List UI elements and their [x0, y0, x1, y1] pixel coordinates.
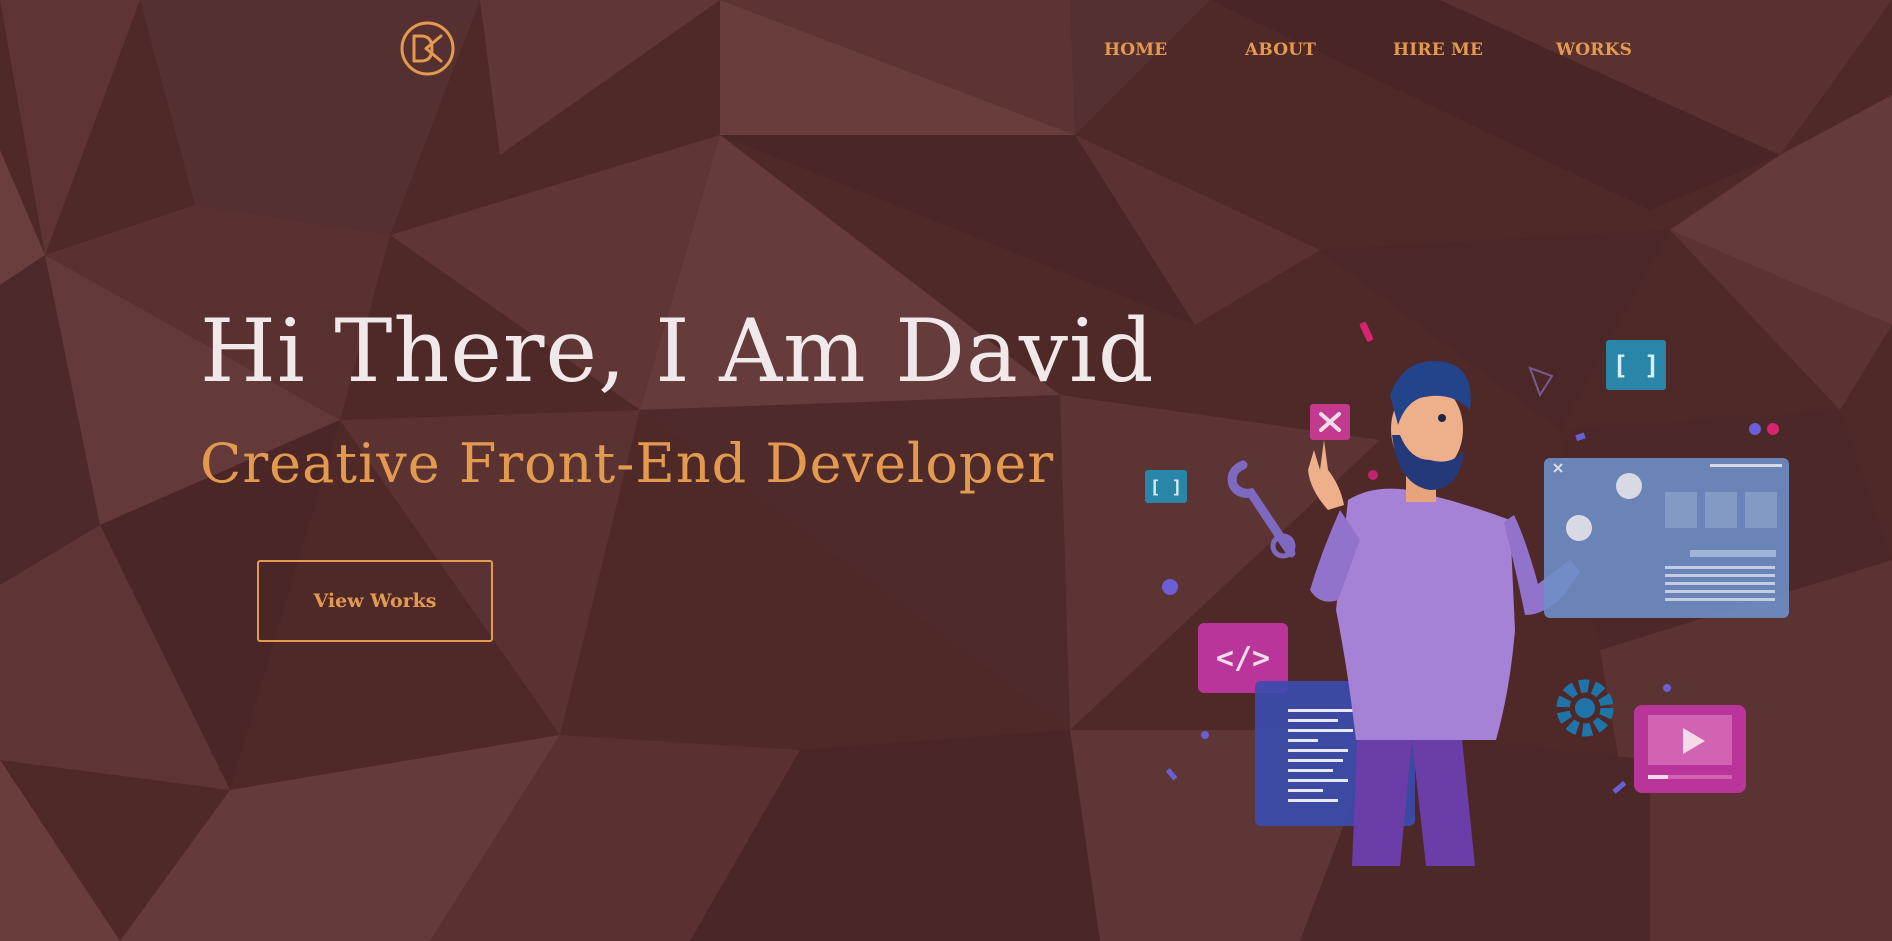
triangle-outline-icon [1528, 366, 1554, 398]
view-works-button[interactable]: View Works [257, 560, 493, 642]
main-nav: HOME ABOUT HIRE ME WORKS [0, 40, 1892, 64]
wrench-icon [1227, 460, 1296, 559]
svg-text:[ ]: [ ] [1613, 351, 1660, 381]
brackets-icon: [ ] [1606, 340, 1666, 390]
confetti-shape [1575, 432, 1586, 442]
hero-title: Hi There, I Am David [200, 300, 1155, 402]
hero-subtitle: Creative Front-End Developer [200, 432, 1055, 495]
close-icon [1310, 404, 1350, 440]
nav-link-about[interactable]: ABOUT [1245, 40, 1316, 60]
developer-illustration: [ ] [ ] </> [1145, 321, 1789, 866]
nav-link-home[interactable]: HOME [1104, 40, 1167, 60]
confetti-shape [1663, 684, 1671, 692]
confetti-shape [1165, 768, 1178, 781]
confetti-shape [1359, 321, 1374, 342]
nav-link-hire-me[interactable]: HIRE ME [1393, 40, 1483, 60]
confetti-shape [1612, 780, 1627, 794]
svg-text:</>: </> [1216, 641, 1270, 676]
confetti-shape [1767, 423, 1779, 435]
play-icon [1634, 705, 1746, 793]
confetti-shape [1162, 579, 1178, 595]
confetti-shape [1749, 423, 1761, 435]
gear-icon [1556, 679, 1614, 737]
confetti-shape [1368, 470, 1378, 480]
brackets-icon: [ ] [1145, 470, 1187, 503]
browser-window-icon [1544, 458, 1789, 618]
confetti-shape [1201, 731, 1209, 739]
svg-text:[ ]: [ ] [1150, 477, 1183, 498]
nav-link-works[interactable]: WORKS [1556, 40, 1632, 60]
